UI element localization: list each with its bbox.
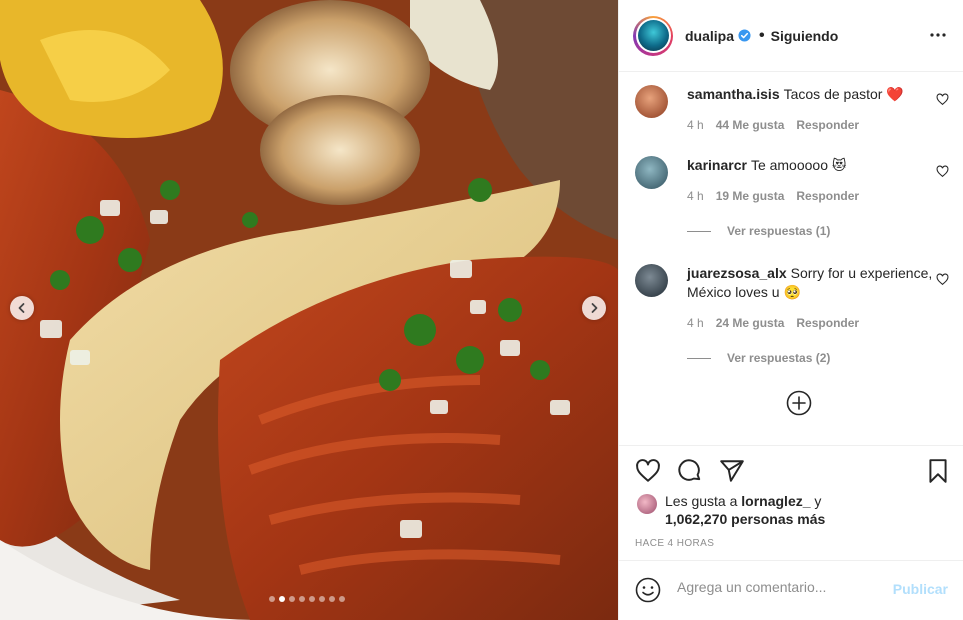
heart-icon[interactable] — [936, 165, 949, 178]
comment-time: 4 h — [687, 316, 704, 330]
comment-likes[interactable]: 24 Me gusta — [716, 316, 785, 330]
comment-time: 4 h — [687, 118, 704, 132]
comment-text: juarezsosa_alx Sorry for u experience, Mé… — [687, 264, 937, 302]
comment-meta: 4 h 19 Me gusta Responder — [687, 189, 859, 203]
header-separator: • — [759, 26, 765, 44]
comments-list[interactable]: samantha.isis Tacos de pastor ❤️ 4 h 44 M… — [619, 73, 963, 445]
post-media[interactable] — [0, 0, 618, 620]
likes-count[interactable]: 1,062,270 personas más — [665, 511, 825, 527]
publish-button[interactable]: Publicar — [893, 581, 948, 597]
post-timestamp[interactable]: HACE 4 HORAS — [635, 538, 714, 549]
carousel-dot — [279, 596, 285, 602]
view-replies-button[interactable]: Ver respuestas (1) — [687, 224, 830, 238]
carousel-prev-button[interactable] — [10, 296, 34, 320]
view-replies-label: Ver respuestas (1) — [727, 224, 831, 238]
comment-likes[interactable]: 44 Me gusta — [716, 118, 785, 132]
comment-time: 4 h — [687, 189, 704, 203]
commenter-avatar[interactable] — [635, 264, 668, 297]
carousel-dot — [289, 596, 295, 602]
following-button[interactable]: Siguiendo — [771, 28, 839, 44]
comment-meta: 4 h 24 Me gusta Responder — [687, 316, 859, 330]
comment-icon[interactable] — [677, 458, 703, 484]
liker-username[interactable]: lornaglez_ — [741, 493, 810, 509]
author-username[interactable]: dualipa — [685, 28, 734, 44]
reply-button[interactable]: Responder — [796, 189, 859, 203]
likes-conjunction: y — [814, 493, 822, 509]
comment-text: karinarcr Te amooooo 😻 — [687, 156, 937, 175]
carousel-indicator — [269, 596, 345, 602]
heart-icon[interactable] — [936, 93, 949, 106]
comment-content: Tacos de pastor ❤️ — [783, 86, 904, 102]
comment-username[interactable]: samantha.isis — [687, 86, 780, 102]
comment-likes[interactable]: 19 Me gusta — [716, 189, 785, 203]
likes-prefix: Les gusta a — [665, 493, 738, 509]
chevron-right-icon — [591, 303, 598, 313]
carousel-dot — [329, 596, 335, 602]
post-actions: Les gusta a lornaglez_ y 1,062,270 perso… — [619, 445, 963, 560]
emoji-icon[interactable] — [635, 577, 661, 603]
commenter-avatar[interactable] — [635, 156, 668, 189]
comment-text: samantha.isis Tacos de pastor ❤️ — [687, 85, 937, 104]
reply-button[interactable]: Responder — [796, 316, 859, 330]
chevron-left-icon — [18, 303, 25, 313]
author-avatar[interactable] — [633, 15, 673, 56]
verified-badge-icon — [738, 29, 751, 42]
comment-composer: Publicar — [619, 560, 963, 620]
view-replies-button[interactable]: Ver respuestas (2) — [687, 351, 830, 365]
carousel-next-button[interactable] — [582, 296, 606, 320]
view-replies-label: Ver respuestas (2) — [727, 351, 831, 365]
carousel-dot — [269, 596, 275, 602]
comment-input[interactable] — [677, 579, 877, 595]
post-side-panel: dualipa • Siguiendo samantha.isis Tacos d… — [618, 0, 963, 620]
send-icon[interactable] — [719, 458, 745, 484]
carousel-dot — [319, 596, 325, 602]
bookmark-icon[interactable] — [925, 458, 951, 484]
heart-icon[interactable] — [635, 458, 661, 484]
post-header: dualipa • Siguiendo — [619, 0, 963, 72]
carousel-dot — [309, 596, 315, 602]
comment-content: Te amooooo 😻 — [750, 157, 847, 173]
liker-avatar[interactable] — [637, 494, 657, 514]
more-dots-icon[interactable] — [929, 26, 947, 44]
reply-button[interactable]: Responder — [796, 118, 859, 132]
carousel-dot — [339, 596, 345, 602]
likes-text: Les gusta a lornaglez_ y 1,062,270 perso… — [665, 492, 955, 528]
comment-username[interactable]: juarezsosa_alx — [687, 265, 787, 281]
comment-username[interactable]: karinarcr — [687, 157, 747, 173]
commenter-avatar[interactable] — [635, 85, 668, 118]
post-photo — [0, 0, 618, 620]
plus-circle-icon[interactable] — [786, 390, 812, 416]
comment-meta: 4 h 44 Me gusta Responder — [687, 118, 859, 132]
carousel-dot — [299, 596, 305, 602]
heart-icon[interactable] — [936, 273, 949, 286]
